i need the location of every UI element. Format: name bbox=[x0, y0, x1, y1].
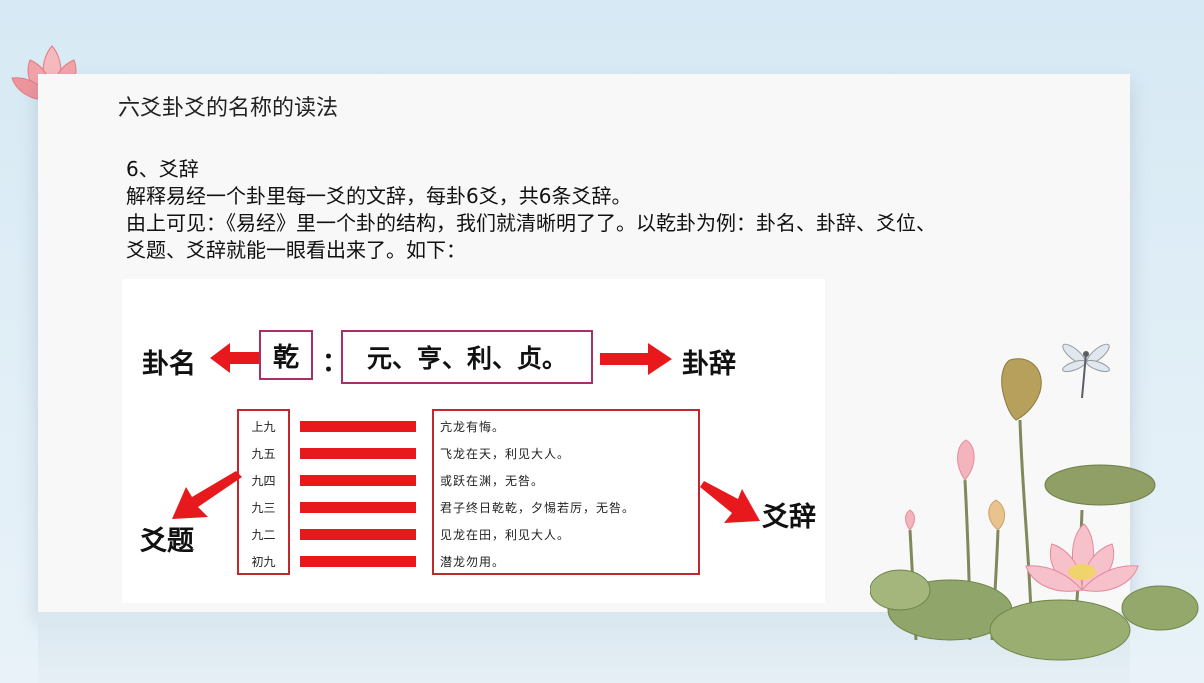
yang-line bbox=[300, 556, 416, 567]
arrow-down-left-icon bbox=[172, 471, 242, 519]
yao-title: 九四 bbox=[251, 474, 276, 488]
yao-ci-box: 亢龙有悔。 飞龙在天，利见大人。 或跃在渊，无咎。 君子终日乾乾，夕惕若厉，无咎… bbox=[432, 409, 700, 575]
yang-line bbox=[300, 421, 416, 432]
gua-ci-label: 卦辞 bbox=[682, 349, 736, 380]
body-line: 由上可见：《易经》里一个卦的结构，我们就清晰明了了。以乾卦为例：卦名、卦辞、爻位… bbox=[126, 211, 936, 235]
yao-ci-text: 或跃在渊，无咎。 bbox=[440, 474, 545, 488]
yao-title: 九二 bbox=[251, 528, 276, 542]
body-line: 解释易经一个卦里每一爻的文辞，每卦6爻，共6条爻辞。 bbox=[126, 184, 632, 208]
yao-ci-text: 君子终日乾乾，夕惕若厉，无咎。 bbox=[440, 501, 636, 515]
section-heading: 6、爻辞 bbox=[126, 157, 199, 181]
lotus-plants-icon bbox=[870, 358, 1199, 661]
body-line: 爻题、爻辞就能一眼看出来了。如下： bbox=[126, 238, 466, 262]
gua-name-box: 乾 bbox=[259, 330, 313, 380]
body-text: 6、爻辞 解释易经一个卦里每一爻的文辞，每卦6爻，共6条爻辞。 由上可见：《易经… bbox=[126, 156, 1086, 264]
gua-ci-box: 元、亨、利、贞。 bbox=[341, 330, 593, 384]
yao-ci-text: 见龙在田，利见大人。 bbox=[440, 528, 571, 542]
arrow-left-icon bbox=[210, 343, 260, 373]
yang-line bbox=[300, 502, 416, 513]
gua-ming-label: 卦名 bbox=[142, 349, 196, 380]
slide-title: 六爻卦爻的名称的读法 bbox=[118, 96, 339, 121]
yao-title: 上九 bbox=[251, 420, 276, 434]
arrow-right-icon bbox=[600, 343, 672, 375]
yang-line bbox=[300, 448, 416, 459]
yang-line bbox=[300, 475, 416, 486]
yao-title: 初九 bbox=[251, 555, 276, 569]
yang-line bbox=[300, 529, 416, 540]
yao-title-box: 上九 九五 九四 九三 九二 初九 bbox=[237, 409, 290, 575]
yao-ci-text: 飞龙在天，利见大人。 bbox=[440, 447, 571, 461]
arrow-down-right-icon bbox=[700, 481, 760, 523]
yao-ci-text: 亢龙有悔。 bbox=[440, 420, 506, 434]
yao-ci-label: 爻辞 bbox=[762, 502, 816, 533]
yao-ti-label: 爻题 bbox=[140, 526, 194, 557]
yao-title: 九三 bbox=[251, 501, 276, 515]
yao-title: 九五 bbox=[251, 447, 276, 461]
yao-ci-text: 潜龙勿用。 bbox=[440, 555, 506, 569]
qian-gua-diagram: 卦名 乾 ： 元、亨、利、贞。 卦辞 上九 九五 九四 九三 九二 初九 亢龙有… bbox=[122, 279, 825, 603]
